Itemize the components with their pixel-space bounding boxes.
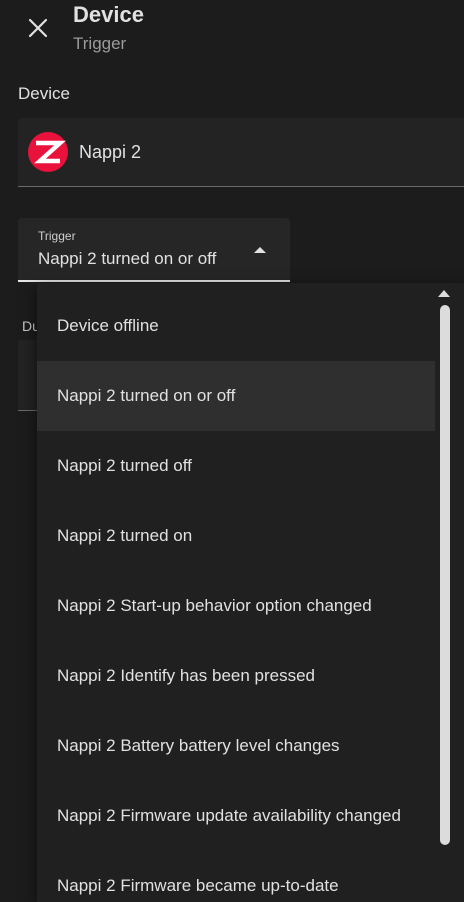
- dialog-subtitle: Trigger: [73, 34, 127, 53]
- trigger-label: Trigger: [38, 229, 76, 243]
- menu-item-firmware-up-to-date[interactable]: Nappi 2 Firmware became up-to-date: [37, 851, 435, 902]
- device-section-label: Device: [18, 84, 70, 103]
- trigger-dropdown-menu: Device offline Nappi 2 turned on or off …: [37, 283, 464, 902]
- dialog-title: Device: [73, 2, 144, 27]
- caret-up-icon: [254, 247, 266, 253]
- menu-item-turned-on[interactable]: Nappi 2 turned on: [37, 501, 435, 571]
- menu-item-turned-on-or-off[interactable]: Nappi 2 turned on or off: [37, 361, 435, 431]
- menu-item-turned-off[interactable]: Nappi 2 turned off: [37, 431, 435, 501]
- scroll-up-icon[interactable]: [437, 287, 451, 299]
- zigbee-icon: [28, 132, 68, 172]
- duration-field[interactable]: [18, 340, 38, 411]
- close-icon: [28, 18, 48, 38]
- menu-item-identify-pressed[interactable]: Nappi 2 Identify has been pressed: [37, 641, 435, 711]
- trigger-value: Nappi 2 turned on or off: [38, 249, 217, 268]
- selected-device-name: Nappi 2: [79, 141, 142, 162]
- menu-item-device-offline[interactable]: Device offline: [37, 291, 435, 361]
- menu-item-battery-level[interactable]: Nappi 2 Battery battery level changes: [37, 711, 435, 781]
- menu-item-firmware-availability[interactable]: Nappi 2 Firmware update availability cha…: [37, 781, 435, 851]
- scrollbar-thumb[interactable]: [440, 305, 450, 845]
- menu-item-startup-behavior[interactable]: Nappi 2 Start-up behavior option changed: [37, 571, 435, 641]
- trigger-select[interactable]: Trigger Nappi 2 turned on or off: [18, 218, 290, 282]
- device-picker[interactable]: Nappi 2: [18, 118, 464, 187]
- close-button[interactable]: [20, 10, 56, 46]
